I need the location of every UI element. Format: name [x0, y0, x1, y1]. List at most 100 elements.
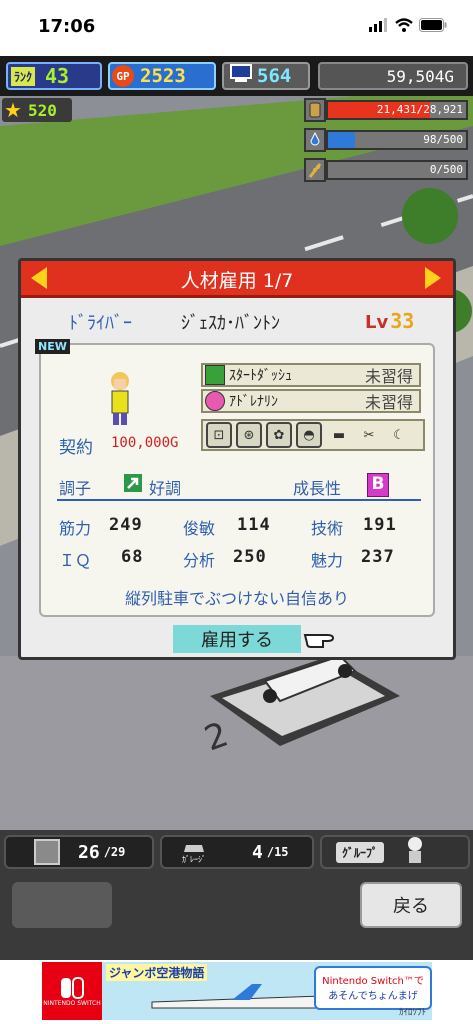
job-title: ﾄﾞﾗｲﾊﾞｰ	[69, 313, 132, 334]
ad-game-title: ジャンボ空港物語	[106, 964, 208, 981]
star-counter: ★ 520	[2, 98, 72, 122]
staff-tab[interactable]: 26 /29	[4, 835, 154, 869]
clock: 17:06	[38, 16, 96, 37]
stat-value-technique: 191	[363, 515, 397, 535]
skill-name: ｽﾀｰﾄﾀﾞｯｼｭ	[229, 368, 292, 384]
rank-label: ﾗﾝｸ	[11, 66, 36, 86]
wifi-icon	[395, 18, 413, 32]
garage-icon: ｶﾞﾚｰｼﾞ	[182, 840, 206, 865]
gear-trait-icon[interactable]: ✿	[266, 422, 292, 448]
resource-oil: 98/500	[304, 128, 469, 152]
new-badge: NEW	[35, 339, 70, 354]
condition-value: 好調	[149, 479, 182, 498]
staff-avatar	[105, 371, 135, 431]
back-button[interactable]: 戻る	[360, 882, 462, 928]
stat-label-iq: ＩＱ	[59, 551, 92, 570]
trait-icons: ⊡ ⊛ ✿ ◓ ▬ ✂ ☾	[201, 419, 425, 451]
garage-count: 4	[252, 841, 263, 863]
ad-text-line1: Nintendo Switch™で	[322, 976, 424, 987]
resource-wheat: 0/500	[304, 158, 469, 182]
level-label: Lv	[365, 312, 389, 333]
wheat-icon	[304, 158, 326, 182]
driver-trait-icon[interactable]: ⊡	[206, 422, 232, 448]
resource-fuel: 21,431/28,921	[304, 98, 469, 122]
staff-max: /29	[103, 845, 126, 859]
staff-name: ｼﾞｪｽｶ･ﾊﾞﾝﾄﾝ	[181, 313, 280, 334]
level-display: Lv 33	[365, 309, 414, 333]
stat-value-agility: 114	[237, 515, 271, 535]
oil-icon	[304, 128, 326, 152]
gp-display[interactable]: GP 2523	[108, 62, 216, 90]
ad-speech-bubble: Nintendo Switch™で あそんでちょんまげ	[314, 966, 432, 1010]
pc-icon	[229, 64, 253, 88]
wrench-trait-icon[interactable]: ✂	[356, 422, 382, 448]
moon-trait-icon[interactable]: ☾	[386, 422, 412, 448]
wheat-value: 0/500	[429, 163, 463, 176]
growth-value: B	[367, 473, 389, 497]
star-icon: ★	[4, 98, 22, 122]
star-value: 520	[27, 100, 57, 120]
dialog-header: 人材雇用 1/7	[21, 261, 453, 298]
stat-value-strength: 249	[109, 515, 143, 535]
rank-display: ﾗﾝｸ 43	[6, 62, 102, 90]
bottom-bar: 26 /29 ｶﾞﾚｰｼﾞ 4 /15 ｸﾞﾙｰﾌﾟ 戻る	[0, 830, 473, 960]
ad-publisher: ｶｲﾛｿﾌﾄ	[398, 1008, 426, 1018]
condition-label: 調子	[59, 479, 92, 498]
garage-tab[interactable]: ｶﾞﾚｰｼﾞ 4 /15	[160, 835, 314, 869]
empty-slot[interactable]	[12, 882, 112, 928]
character-icon	[404, 836, 426, 868]
nintendo-switch-logo: NINTENDO SWITCH	[42, 962, 102, 1020]
fuel-value: 21,431/28,921	[376, 103, 463, 116]
battery-icon	[419, 18, 447, 32]
stat-label-agility: 俊敏	[183, 519, 216, 538]
hire-button[interactable]: 雇用する	[173, 625, 301, 653]
stat-value-charm: 237	[361, 547, 395, 567]
status-bar: 17:06	[0, 0, 473, 56]
staff-card: NEW 契約 100,000G ｽﾀｰﾄﾀﾞｯｼｭ 未習得 ｱﾄﾞﾚﾅﾘﾝ 未習…	[35, 339, 435, 617]
staff-description: 縦列駐車でぶつけない自信あり	[124, 589, 349, 608]
oil-bar: 98/500	[326, 130, 468, 150]
wheel-trait-icon[interactable]: ⊛	[236, 422, 262, 448]
group-tab[interactable]: ｸﾞﾙｰﾌﾟ	[320, 835, 470, 869]
fuel-icon	[304, 98, 326, 122]
pointing-hand-icon	[303, 627, 341, 655]
contract-value: 100,000G	[111, 435, 179, 451]
level-value: 33	[390, 309, 415, 333]
stat-value-analysis: 250	[233, 547, 267, 567]
adrenaline-icon	[205, 391, 225, 411]
fuel-bar: 21,431/28,921	[326, 100, 468, 120]
growth-label: 成長性	[293, 479, 342, 498]
pc-display: 564	[222, 62, 310, 90]
condition-up-icon	[123, 473, 143, 497]
gp-icon: GP	[112, 65, 134, 87]
back-button-label: 戻る	[393, 896, 429, 917]
ad-banner[interactable]: NINTENDO SWITCH ジャンボ空港物語 Nintendo Switch…	[0, 960, 473, 1024]
car-trait-icon[interactable]: ▬	[326, 422, 352, 448]
stat-label-charm: 魅力	[311, 551, 344, 570]
top-hud: ﾗﾝｸ 43 GP 2523 564 59,504G	[0, 56, 473, 96]
ad-artwork: ジャンボ空港物語 Nintendo Switch™で あそんでちょんまげ ｶｲﾛ…	[102, 962, 432, 1020]
skill-status: 未習得	[364, 367, 413, 386]
skill-row[interactable]: ｽﾀｰﾄﾀﾞｯｼｭ 未習得	[201, 363, 421, 387]
group-label: ｸﾞﾙｰﾌﾟ	[336, 841, 385, 863]
hire-button-label: 雇用する	[201, 630, 273, 651]
garage-label: ｶﾞﾚｰｼﾞ	[182, 854, 206, 864]
contract-label: 契約	[59, 438, 93, 458]
signal-icon	[369, 18, 387, 32]
rank-value: 43	[45, 64, 70, 88]
ad-text-line2: あそんでちょんまげ	[328, 991, 418, 1002]
skill-row[interactable]: ｱﾄﾞﾚﾅﾘﾝ 未習得	[201, 389, 421, 413]
pc-value: 564	[257, 65, 292, 87]
resource-panel: 21,431/28,921 98/500 0/500	[304, 98, 469, 184]
wheat-bar: 0/500	[326, 160, 468, 180]
garage-max: /15	[266, 845, 289, 859]
helmet-trait-icon[interactable]: ◓	[296, 422, 322, 448]
next-arrow-button[interactable]	[425, 267, 441, 289]
start-dash-icon	[205, 365, 225, 385]
stat-label-strength: 筋力	[59, 519, 92, 538]
staff-count: 26	[78, 841, 100, 863]
stat-value-iq: 68	[121, 547, 144, 567]
money-display: 59,504G	[318, 62, 468, 90]
gp-value: 2523	[140, 65, 186, 87]
dialog-title: 人材雇用 1/7	[180, 270, 294, 292]
